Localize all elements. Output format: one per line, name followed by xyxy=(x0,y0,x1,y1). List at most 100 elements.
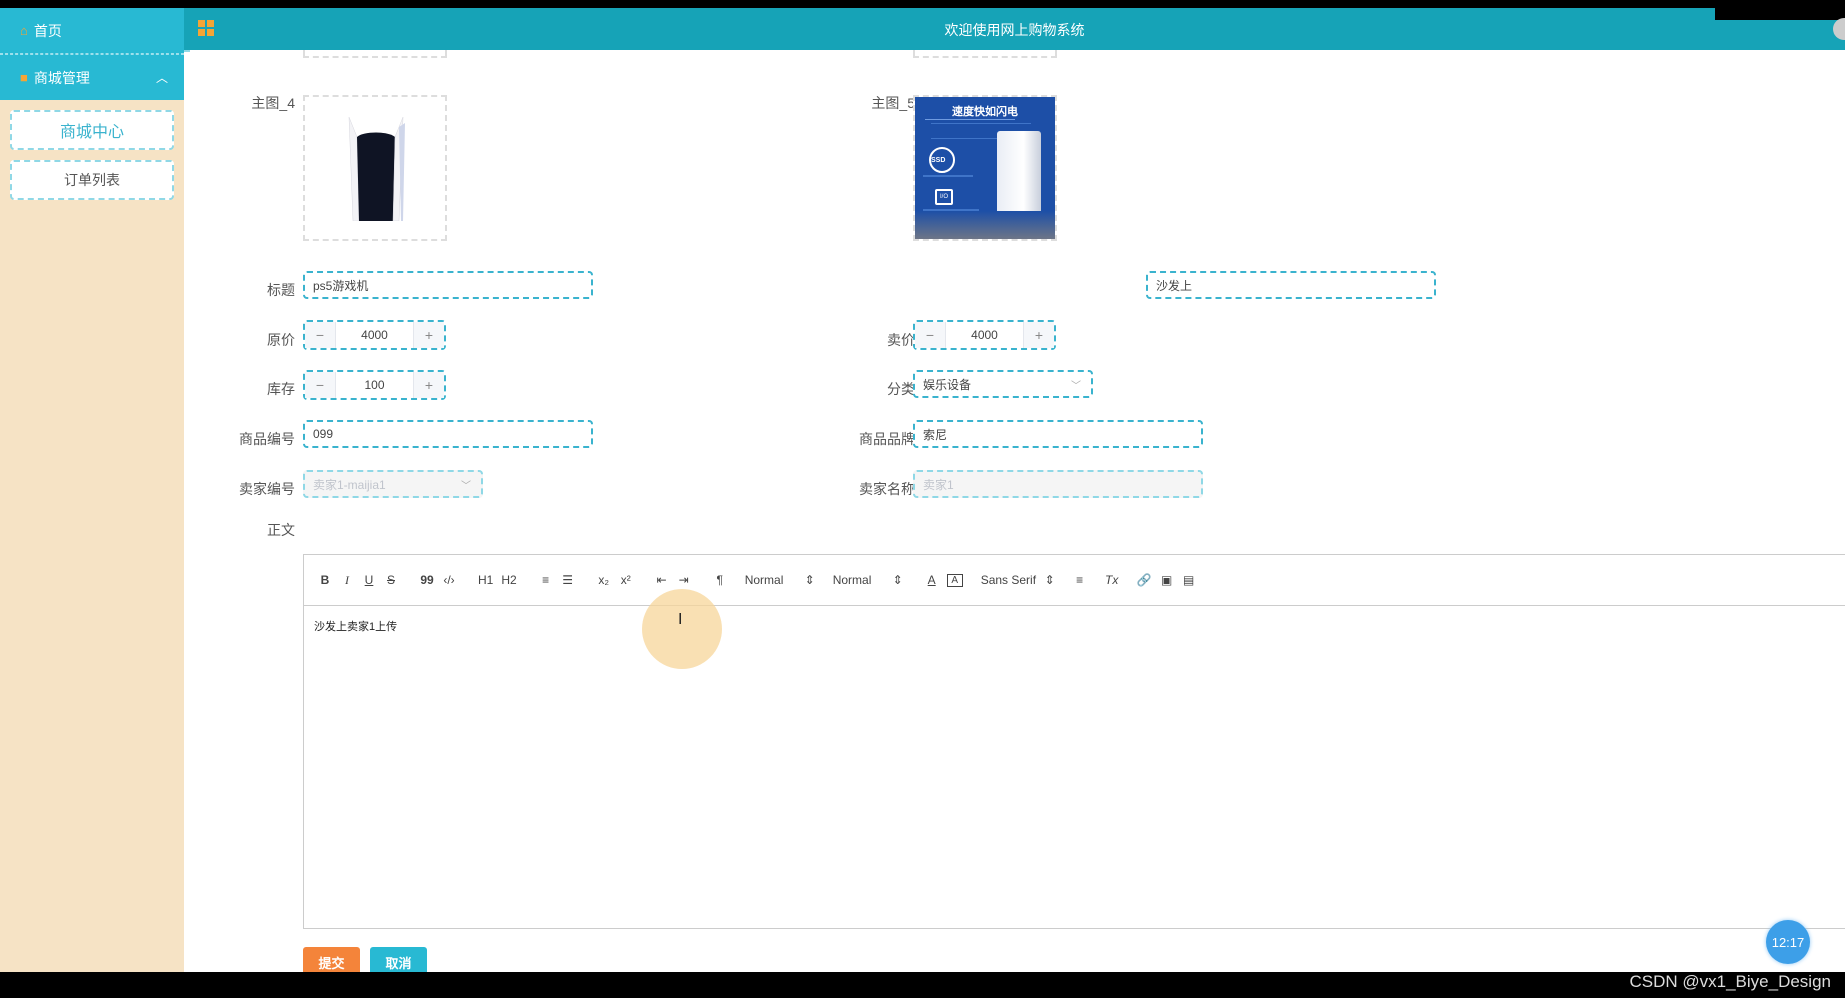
link-button[interactable]: 🔗 xyxy=(1137,573,1152,587)
italic-button[interactable]: I xyxy=(340,573,354,588)
indent-button[interactable]: ⇥ xyxy=(677,573,691,587)
size-select[interactable]: Normal ⇕ xyxy=(745,573,815,587)
original-price-value[interactable]: 4000 xyxy=(335,322,414,348)
promo-title: 速度快如闪电 xyxy=(952,106,1018,118)
home-icon: ⌂ xyxy=(20,23,28,38)
top-header: 欢迎使用网上购物系统 xyxy=(184,8,1845,52)
sale-price-value[interactable]: 4000 xyxy=(945,322,1024,348)
stock-label: 库存 xyxy=(267,381,295,397)
title-label: 标题 xyxy=(267,282,295,298)
chevron-down-icon: ﹀ xyxy=(1071,381,1081,392)
category-label: 分类 xyxy=(887,381,915,397)
header-title: 欢迎使用网上购物系统 xyxy=(944,22,1085,38)
blockquote-button[interactable]: 99 xyxy=(420,573,434,587)
editor-toolbar: B I U S 99 ‹/› H1 H2 ≡ ☰ x₂ x² ⇤ ⇥ ¶ Nor… xyxy=(304,555,1845,606)
increment-button[interactable]: + xyxy=(414,322,444,348)
bullet-list-button[interactable]: ☰ xyxy=(561,573,575,587)
brand-label: 商品品牌 xyxy=(859,431,915,447)
image-button[interactable]: ▣ xyxy=(1160,573,1174,587)
increment-button[interactable]: + xyxy=(1024,322,1054,348)
original-price-label: 原价 xyxy=(267,332,295,348)
font-select[interactable]: Sans Serif ⇕ xyxy=(981,573,1055,587)
title-input[interactable]: ps5游戏机 xyxy=(303,271,593,299)
underline-button[interactable]: U xyxy=(362,573,376,587)
sidebar-subitem-mall-center[interactable]: 商城中心 xyxy=(10,110,174,150)
image4-label: 主图_4 xyxy=(251,95,295,111)
seller-id-select: 卖家1-maijia1 ﹀ xyxy=(303,470,483,498)
outdent-button[interactable]: ⇤ xyxy=(655,573,669,587)
sidebar-home-label: 首页 xyxy=(33,22,62,39)
header-select[interactable]: Normal ⇕ xyxy=(833,573,903,587)
body-label: 正文 xyxy=(267,522,295,538)
ordered-list-button[interactable]: ≡ xyxy=(539,573,553,587)
text-direction-button[interactable]: ¶ xyxy=(713,573,727,587)
image5-label: 主图_5 xyxy=(871,95,915,111)
prev-image-box-bottom xyxy=(303,50,447,58)
strike-button[interactable]: S xyxy=(384,573,398,587)
ps5-promo-image: 速度快如闪电 SSD I/O xyxy=(915,97,1055,239)
caret-icon: ⇕ xyxy=(804,573,815,587)
sidebar-item-mall-management[interactable]: ■ 商城管理 ︿ xyxy=(0,54,184,100)
lock-icon: ■ xyxy=(20,70,28,85)
io-chip-icon: I/O xyxy=(935,189,953,205)
video-button[interactable]: ▤ xyxy=(1182,573,1196,587)
time-badge: 12:17 xyxy=(1766,920,1810,964)
decrement-button[interactable]: − xyxy=(305,322,335,348)
stock-stepper[interactable]: − 100 + xyxy=(303,370,446,400)
seller-id-value: 卖家1-maijia1 xyxy=(313,477,386,492)
top-right-overlay xyxy=(1715,8,1845,20)
editor-content[interactable]: 沙发上卖家1上传 xyxy=(304,606,1845,646)
header1-button[interactable]: H1 xyxy=(478,573,493,587)
stock-value[interactable]: 100 xyxy=(335,372,414,398)
chevron-down-icon: ﹀ xyxy=(461,481,471,492)
seller-name-input: 卖家1 xyxy=(913,470,1203,498)
app-window: ⌂ 首页 ■ 商城管理 ︿ 商城中心 订单列表 欢迎使用网上购物系统 主图_4 xyxy=(0,8,1845,972)
align-button[interactable]: ≡ xyxy=(1073,573,1087,587)
sale-price-label: 卖价 xyxy=(887,332,915,348)
original-price-stepper[interactable]: − 4000 + xyxy=(303,320,446,350)
category-value: 娱乐设备 xyxy=(923,377,972,392)
background-color-button[interactable]: A xyxy=(946,573,963,587)
sidebar-subitem-label: 商城中心 xyxy=(59,124,124,141)
cancel-button[interactable]: 取消 xyxy=(370,947,427,972)
size-select-value: Normal xyxy=(744,573,784,587)
caret-icon: ⇕ xyxy=(892,573,903,587)
sidebar-mgmt-label: 商城管理 xyxy=(33,69,90,86)
watermark: CSDN @vx1_Biye_Design xyxy=(1629,972,1831,991)
sidebar-subitem-order-list[interactable]: 订单列表 xyxy=(10,160,174,200)
rich-text-editor[interactable]: B I U S 99 ‹/› H1 H2 ≡ ☰ x₂ x² ⇤ ⇥ ¶ Nor… xyxy=(303,554,1845,929)
caret-icon: ⇕ xyxy=(1044,573,1055,587)
image5-upload[interactable]: 速度快如闪电 SSD I/O xyxy=(913,95,1057,241)
text-cursor-icon: I xyxy=(678,611,683,628)
decrement-button[interactable]: − xyxy=(915,322,945,348)
image4-upload[interactable] xyxy=(303,95,447,241)
brand-input[interactable]: 索尼 xyxy=(913,420,1203,448)
sidebar-subitem-label: 订单列表 xyxy=(64,172,120,188)
category-select[interactable]: 娱乐设备 ﹀ xyxy=(913,370,1093,398)
clean-format-button[interactable]: Tx xyxy=(1105,573,1119,587)
superscript-button[interactable]: x² xyxy=(619,573,633,587)
description-input[interactable]: 沙发上 xyxy=(1146,271,1436,299)
product-form: 主图_4 主图_5 速度快如闪电 SSD I/O 标题 ps5游戏机 沙发上 原… xyxy=(190,50,1845,972)
subscript-button[interactable]: x₂ xyxy=(597,573,611,587)
font-select-value: Sans Serif xyxy=(980,573,1037,587)
sale-price-stepper[interactable]: − 4000 + xyxy=(913,320,1056,350)
ps5-console-image xyxy=(348,117,405,221)
sidebar-item-home[interactable]: ⌂ 首页 xyxy=(0,8,184,54)
header2-button[interactable]: H2 xyxy=(501,573,516,587)
decrement-button[interactable]: − xyxy=(305,372,335,398)
seller-id-label: 卖家编号 xyxy=(239,481,295,497)
text-color-button[interactable]: A xyxy=(925,573,939,587)
submit-button[interactable]: 提交 xyxy=(303,947,360,972)
code-block-button[interactable]: ‹/› xyxy=(442,573,456,587)
chevron-up-icon: ︿ xyxy=(155,71,168,85)
bold-button[interactable]: B xyxy=(318,573,332,587)
sku-input[interactable]: 099 xyxy=(303,420,593,448)
header-select-value: Normal xyxy=(832,573,872,587)
click-highlight xyxy=(642,589,722,669)
seller-name-label: 卖家名称 xyxy=(859,481,915,497)
sidebar: ⌂ 首页 ■ 商城管理 ︿ 商城中心 订单列表 xyxy=(0,8,184,972)
prev-image-box-bottom xyxy=(913,50,1057,58)
increment-button[interactable]: + xyxy=(414,372,444,398)
sku-label: 商品编号 xyxy=(239,431,295,447)
